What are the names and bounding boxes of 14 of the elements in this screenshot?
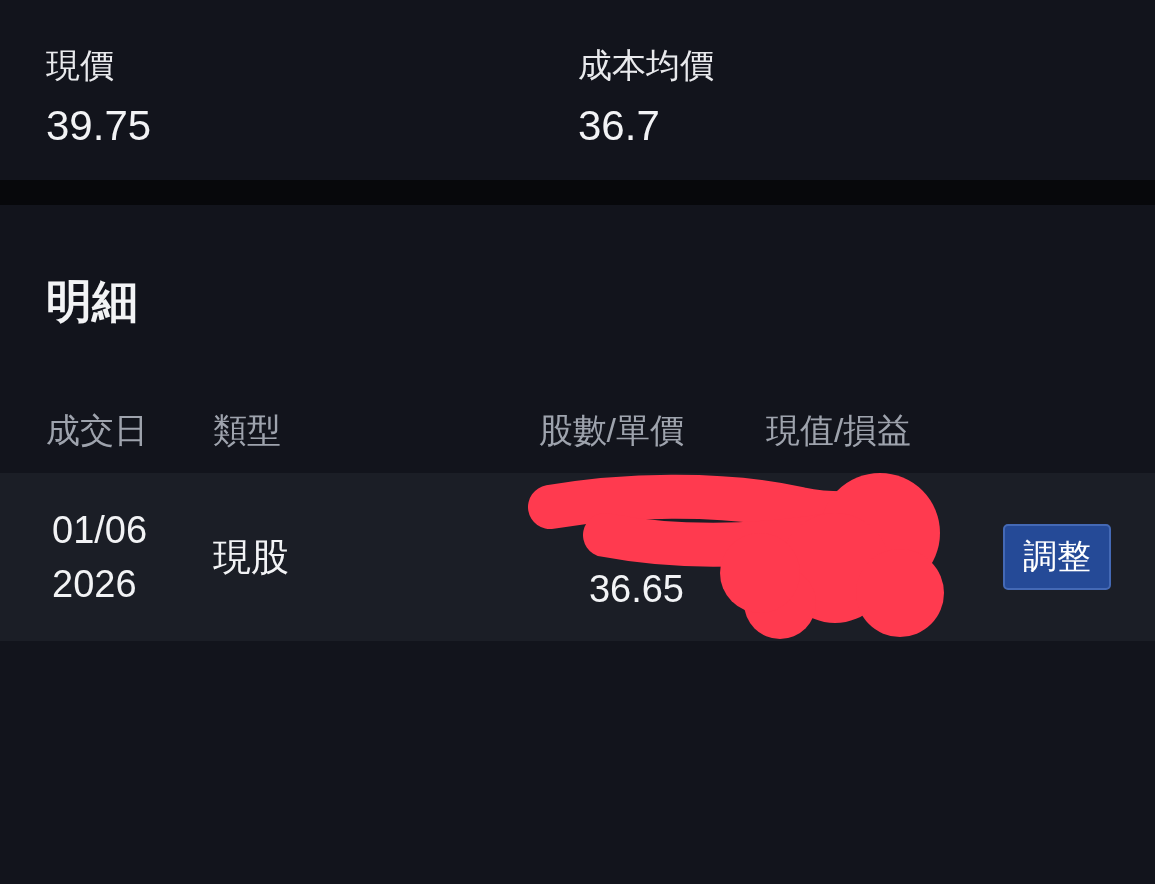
trade-date: 01/06 [52, 508, 149, 553]
stat-label: 成本均價 [578, 45, 715, 86]
column-header: 股數/單價 [537, 410, 684, 451]
trade-type: 現股 [213, 534, 290, 580]
stat-value: 39.75 [46, 101, 153, 151]
column-header: 類型 [213, 410, 282, 451]
trade-year: 2026 [52, 562, 138, 607]
stat-value: 36.7 [578, 101, 661, 151]
unit-price: 36.65 [587, 568, 684, 612]
stat-label: 現價 [46, 45, 115, 86]
adjust-button[interactable]: 調整 [1003, 524, 1111, 590]
column-header: 成交日 [46, 410, 149, 451]
section-title: 明細 [45, 274, 139, 329]
column-header: 現值/損益 [766, 410, 913, 451]
